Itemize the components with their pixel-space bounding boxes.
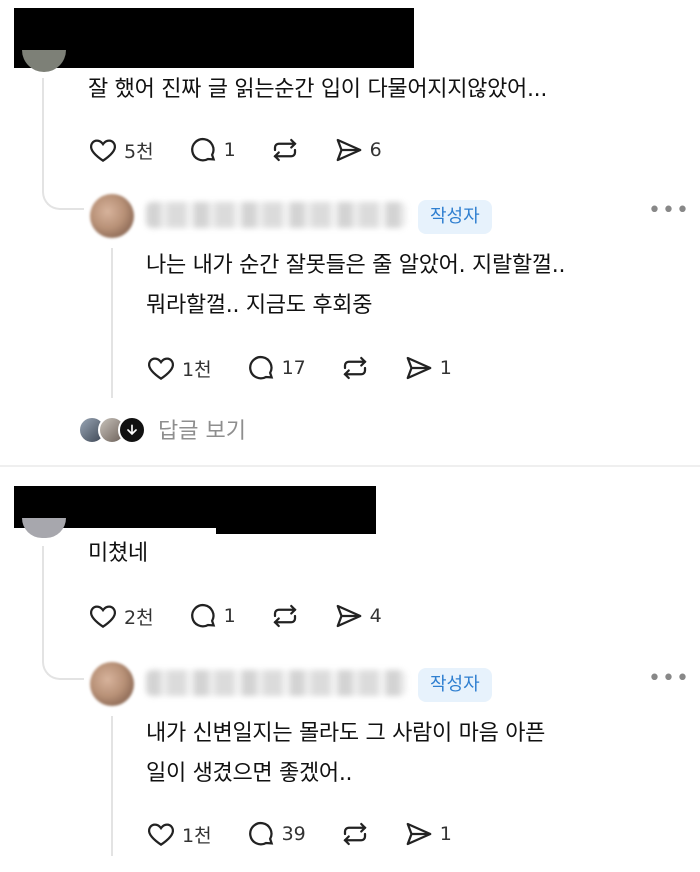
reply-button[interactable]: 1: [188, 601, 236, 631]
heart-icon: [90, 605, 116, 628]
repost-button[interactable]: [270, 135, 300, 165]
redacted-username-1: [14, 8, 414, 68]
author-badge: 작성자: [418, 200, 492, 234]
share-button[interactable]: 1: [404, 353, 452, 383]
author-badge: 작성자: [418, 668, 492, 702]
reply-text-line-2: 뭐라할껄.. 지금도 후회중: [146, 293, 373, 318]
comment-bubble-icon: [190, 138, 215, 162]
avatar-2-partial: [22, 518, 66, 538]
like-button[interactable]: 1천: [146, 353, 212, 383]
share-count: 1: [439, 823, 452, 845]
like-count: 1천: [182, 824, 212, 847]
comment-bubble-icon: [190, 604, 215, 628]
share-count: 6: [369, 139, 382, 161]
reply-text-line-1: 내가 신변일지는 몰라도 그 사람이 마음 아픈: [146, 721, 546, 746]
like-button[interactable]: 2천: [88, 601, 154, 631]
comment-bubble-icon: [248, 822, 273, 846]
author-avatar[interactable]: [90, 662, 134, 706]
share-button[interactable]: 4: [334, 601, 382, 631]
repost-button[interactable]: [340, 353, 370, 383]
author-username-blurred[interactable]: [146, 670, 406, 696]
reply-button[interactable]: 17: [246, 353, 306, 383]
send-icon: [336, 604, 362, 628]
reply-button[interactable]: 1: [188, 135, 236, 165]
author-avatar[interactable]: [90, 194, 134, 238]
more-options-icon[interactable]: •••: [648, 666, 690, 691]
send-icon: [336, 138, 362, 162]
reply-thread-line: [111, 716, 113, 856]
see-replies-link[interactable]: 답글 보기: [158, 413, 246, 445]
repost-icon: [273, 604, 297, 628]
like-count: 5천: [124, 140, 154, 163]
comment-actions: 5천 1 6: [88, 130, 416, 170]
redacted-username-2: [216, 486, 376, 534]
reply-count: 17: [281, 357, 306, 379]
comment-text: 미쳤네: [88, 541, 148, 566]
thread-connector-2: [42, 546, 84, 680]
avatar-1-partial: [22, 50, 66, 72]
heart-icon: [148, 357, 174, 380]
share-button[interactable]: 1: [404, 819, 452, 849]
reply-actions: 1천 39 1: [146, 814, 486, 854]
reply-actions: 1천 17 1: [146, 348, 486, 388]
comment-text: 잘 했어 진짜 글 읽는순간 입이 다물어지지않았어...: [88, 77, 548, 102]
reply-button[interactable]: 39: [246, 819, 306, 849]
reply-thread-line: [111, 248, 113, 398]
repost-icon: [343, 822, 367, 846]
more-options-icon[interactable]: •••: [648, 198, 690, 223]
thread-connector-1: [42, 78, 84, 210]
comment-bubble-icon: [248, 356, 273, 380]
arrow-down-icon: [118, 416, 146, 444]
comment-actions: 2천 1 4: [88, 596, 416, 636]
repost-button[interactable]: [270, 601, 300, 631]
reply-count: 1: [223, 605, 236, 627]
reply-count: 39: [281, 823, 306, 845]
reply-text-line-1: 나는 내가 순간 잘못들은 줄 알았어. 지랄할껄..: [146, 253, 566, 278]
like-button[interactable]: 1천: [146, 819, 212, 849]
repost-button[interactable]: [340, 819, 370, 849]
like-count: 1천: [182, 358, 212, 381]
share-button[interactable]: 6: [334, 135, 382, 165]
send-icon: [406, 356, 432, 380]
reply-text-line-2: 일이 생겼으면 좋겠어..: [146, 761, 353, 786]
comment-divider: [0, 465, 700, 467]
like-count: 2천: [124, 606, 154, 629]
heart-icon: [90, 139, 116, 162]
heart-icon: [148, 823, 174, 846]
repost-icon: [273, 138, 297, 162]
reply-avatars-stack[interactable]: [78, 416, 146, 444]
reply-count: 1: [223, 139, 236, 161]
like-button[interactable]: 5천: [88, 135, 154, 165]
share-count: 4: [369, 605, 382, 627]
share-count: 1: [439, 357, 452, 379]
send-icon: [406, 822, 432, 846]
repost-icon: [343, 356, 367, 380]
author-username-blurred[interactable]: [146, 202, 406, 228]
